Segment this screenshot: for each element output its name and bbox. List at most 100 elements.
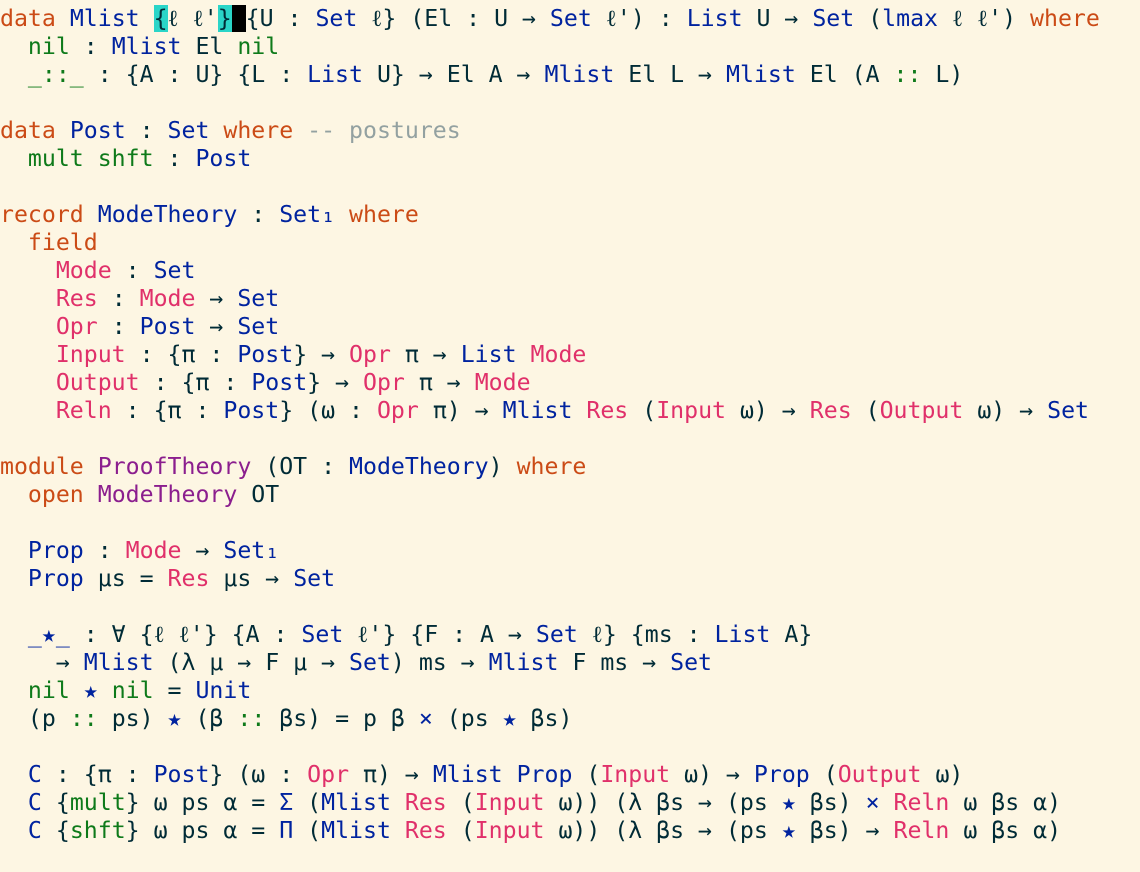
code-token: ProofTheory xyxy=(97,453,266,480)
code-token: Res xyxy=(404,789,461,816)
code-token: ModeTheory xyxy=(97,481,252,508)
code-line: → Mlist (λ μ → F μ → Set) ms → Mlist F m… xyxy=(0,649,1100,677)
code-token: Mode xyxy=(474,369,531,396)
code-token: shft xyxy=(69,817,126,844)
code-token: Set xyxy=(535,621,592,648)
code-line: nil ★ nil = Unit xyxy=(0,677,1100,705)
code-token: ω) → xyxy=(739,397,810,424)
code-token: Mlist xyxy=(321,789,405,816)
code-line: module ProofTheory (OT : ModeTheory) whe… xyxy=(0,453,1100,481)
code-line: Input : {π : Post} → Opr π → List Mode xyxy=(0,341,1100,369)
code-token: List xyxy=(714,621,785,648)
code-token: F ms → xyxy=(572,649,671,676)
code-area[interactable]: data Mlist {ℓ ℓ'} {U : Set ℓ} (El : U → … xyxy=(0,5,1100,845)
code-token: record xyxy=(0,201,98,228)
code-token: ( xyxy=(868,5,883,32)
code-token: ω) → xyxy=(684,761,754,788)
code-token: (ps xyxy=(446,705,503,732)
code-token: Res xyxy=(167,565,224,592)
code-token: Input xyxy=(656,397,740,424)
matched-brace: { xyxy=(153,5,168,32)
code-token: A} xyxy=(784,621,813,648)
code-token: Input xyxy=(474,817,559,844)
code-token: data xyxy=(0,5,70,32)
code-token: :: xyxy=(69,705,112,732)
code-token: βs) = p β xyxy=(279,705,419,732)
code-token: Π xyxy=(279,817,308,844)
code-token: ( xyxy=(307,789,322,816)
code-token: Input xyxy=(55,341,140,368)
code-token: : ∀ {ℓ ℓ'} {A : xyxy=(83,621,302,648)
code-token: = xyxy=(167,677,196,704)
code-token: : xyxy=(251,201,280,228)
code-token: nil xyxy=(111,677,168,704)
code-token: :: xyxy=(893,61,922,88)
code-token: Set xyxy=(349,649,391,676)
code-token: Set xyxy=(315,5,372,32)
code-token: Reln xyxy=(55,397,126,424)
code-token: ★ xyxy=(502,705,531,732)
code-token: Opr xyxy=(376,397,433,424)
code-token: Post xyxy=(69,117,140,144)
code-token: U → xyxy=(756,5,813,32)
code-token: βs) xyxy=(530,705,573,732)
code-token: : xyxy=(111,285,140,312)
code-token: : xyxy=(111,313,140,340)
code-editor[interactable]: data Mlist {ℓ ℓ'} {U : Set ℓ} (El : U → … xyxy=(0,0,1140,872)
code-line: _::_ : {A : U} {L : List U} → El A → Mli… xyxy=(0,61,1100,89)
code-line: Prop μs = Res μs → Set xyxy=(0,565,1100,593)
code-line: Output : {π : Post} → Opr π → Mode xyxy=(0,369,1100,397)
code-token: Unit xyxy=(195,677,252,704)
code-token: where xyxy=(349,201,419,228)
code-token: Mlist xyxy=(502,397,587,424)
code-token: Post xyxy=(139,313,210,340)
code-token: Set₁ xyxy=(223,537,280,564)
code-line: record ModeTheory : Set₁ where xyxy=(0,201,1100,229)
code-token: Set xyxy=(812,5,869,32)
code-token: : {π : xyxy=(55,761,154,788)
code-token: nil xyxy=(27,677,84,704)
code-token: μs → xyxy=(223,565,294,592)
code-token: : {π : xyxy=(153,369,252,396)
code-token: -- postures xyxy=(307,117,461,144)
code-token: ℓ'} {F : A → xyxy=(357,621,536,648)
code-token: C xyxy=(27,817,56,844)
code-token: Post xyxy=(237,341,294,368)
code-token: π → xyxy=(418,369,475,396)
code-token: } → xyxy=(293,341,350,368)
code-token: (β xyxy=(195,705,238,732)
code-token: × xyxy=(418,705,447,732)
code-token: data xyxy=(0,117,70,144)
text-cursor xyxy=(231,5,246,32)
code-token: } (ω : xyxy=(209,761,308,788)
code-token: ★ xyxy=(83,677,112,704)
code-line: field xyxy=(0,229,1100,257)
code-token: List xyxy=(460,341,531,368)
code-line: Mode : Set xyxy=(0,257,1100,285)
code-line: Opr : Post → Set xyxy=(0,313,1100,341)
code-line: (p :: ps) ★ (β :: βs) = p β × (ps ★ βs) xyxy=(0,705,1100,733)
code-token: (λ μ → F μ → xyxy=(167,649,350,676)
code-token: (OT : xyxy=(265,453,350,480)
code-token: Reln xyxy=(893,789,964,816)
code-token: Res xyxy=(404,817,461,844)
code-token: Post xyxy=(251,369,308,396)
code-token: Mlist xyxy=(544,61,629,88)
code-token: Reln xyxy=(893,817,964,844)
code-token: where xyxy=(223,117,308,144)
code-token: Res xyxy=(809,397,866,424)
code-token: Post xyxy=(153,761,210,788)
code-token: Prop xyxy=(27,565,98,592)
code-token: { xyxy=(55,789,70,816)
code-token: Set xyxy=(167,117,224,144)
